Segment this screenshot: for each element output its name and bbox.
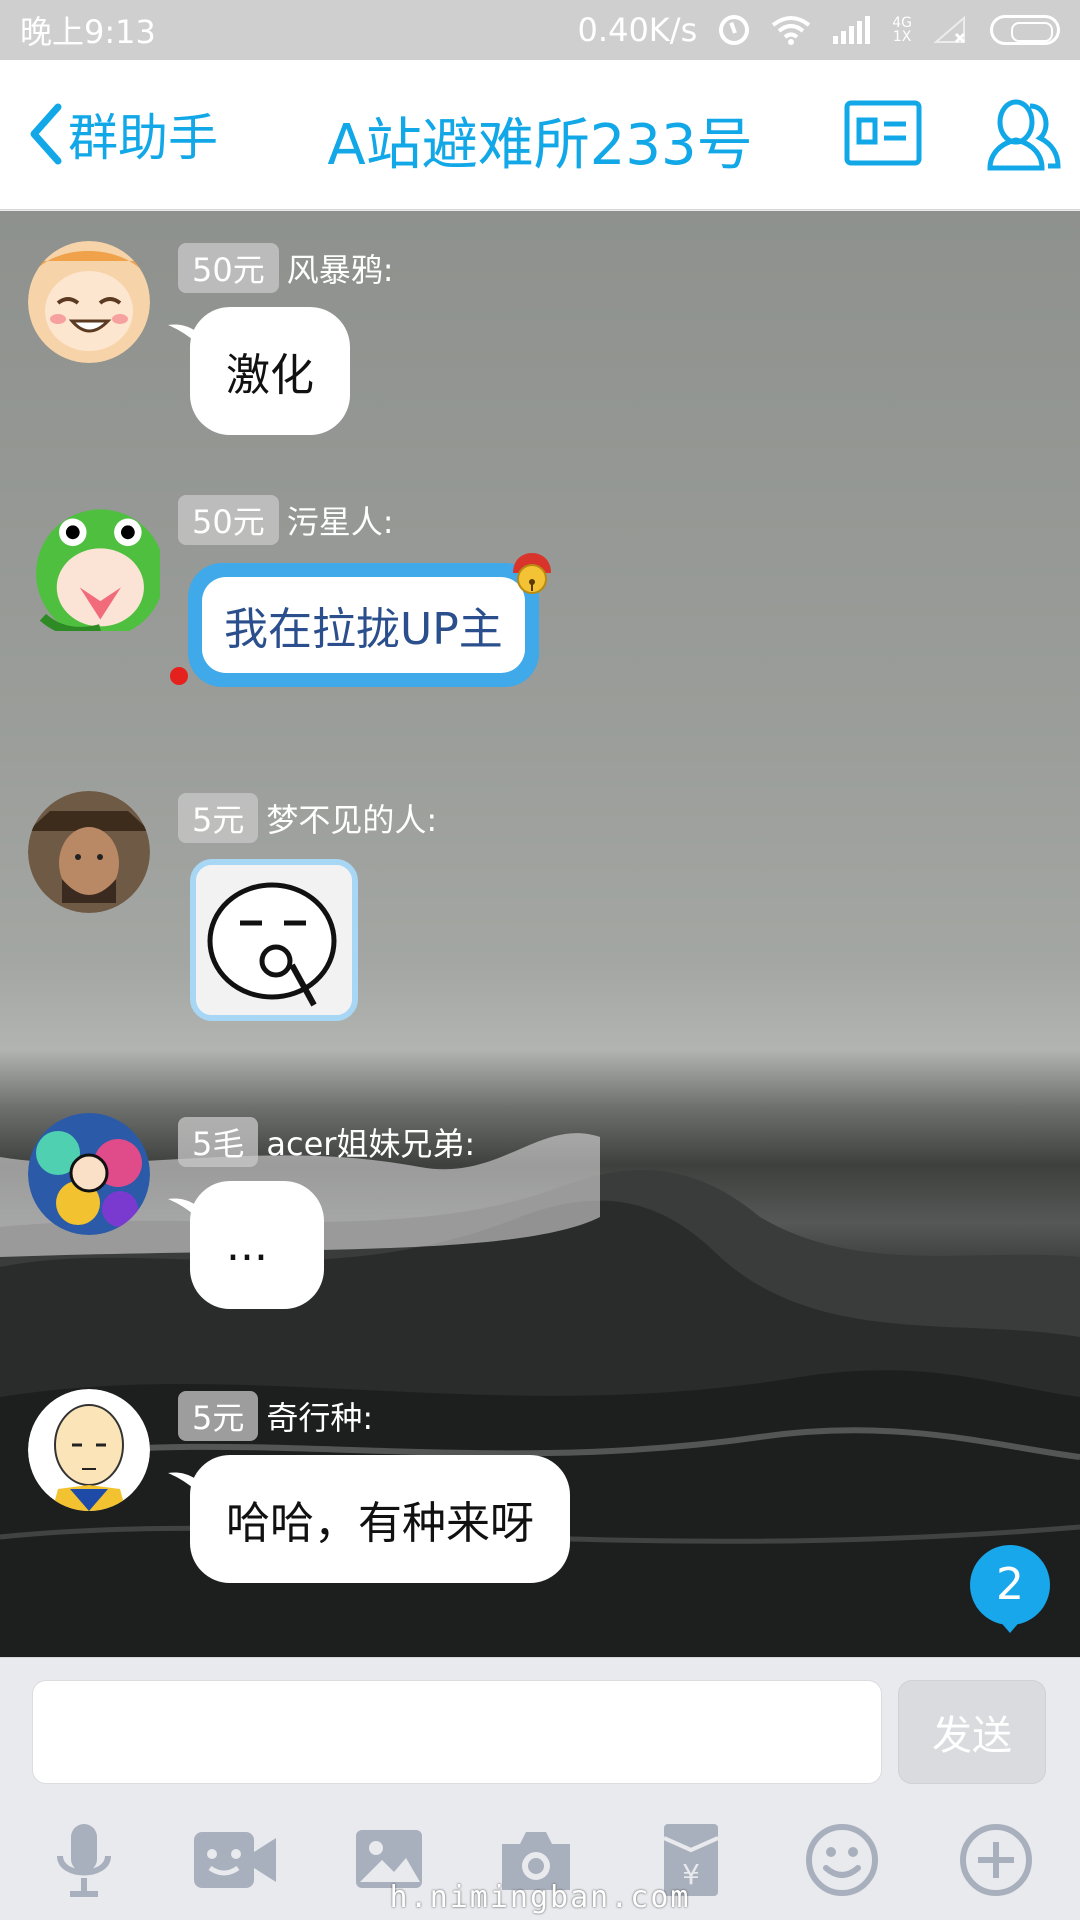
avatar[interactable]	[28, 1389, 150, 1511]
message-item: 5毛 acer姐妹兄弟: ...	[0, 1113, 1080, 1333]
bell-icon	[512, 553, 551, 594]
status-icons: 0.40K/s 4G 1X	[578, 11, 1060, 49]
status-bar: 晚上9:13 0.40K/s 4G 1X	[0, 0, 1080, 60]
sticker-face-icon	[196, 865, 352, 1015]
sender-name[interactable]: 梦不见的人:	[266, 795, 437, 841]
message-meta: 5毛 acer姐妹兄弟:	[178, 1117, 475, 1167]
red-dot-icon	[170, 667, 188, 685]
message-bubble[interactable]: ...	[168, 1181, 324, 1309]
avatar[interactable]	[28, 1113, 150, 1235]
send-button[interactable]: 发送	[898, 1680, 1046, 1784]
message-item: 50元 污星人: 我在拉拢UP主	[0, 491, 1080, 731]
member-badge: 5毛	[178, 1117, 259, 1167]
message-bubble[interactable]: 激化	[168, 307, 350, 435]
status-time: 晚上9:13	[20, 13, 156, 51]
watermark: h.nimingban.com	[389, 1880, 691, 1915]
message-text: ...	[226, 1219, 268, 1271]
sender-name[interactable]: 奇行种:	[266, 1393, 373, 1439]
network-type: 4G 1X	[892, 15, 912, 45]
message-meta: 5元 奇行种:	[178, 1391, 373, 1441]
sender-name[interactable]: 污星人:	[287, 497, 394, 543]
alarm-icon	[719, 15, 750, 45]
signal-off-icon	[934, 16, 966, 44]
network-speed: 0.40K/s	[577, 11, 698, 49]
message-text: 激化	[226, 350, 314, 401]
avatar[interactable]	[28, 241, 150, 363]
wifi-icon	[772, 16, 811, 45]
message-meta: 5元 梦不见的人:	[178, 793, 437, 843]
chat-area[interactable]: 50元 风暴鸦: 激化 50元 污星人: 我在拉拢UP主 5元 梦不见的人: 5…	[0, 211, 1080, 1657]
input-bar: 发送	[0, 1657, 1080, 1784]
bubble-tail	[168, 1198, 208, 1231]
avatar[interactable]	[28, 791, 150, 913]
sender-name[interactable]: 风暴鸦:	[287, 245, 394, 291]
bubble-tail	[168, 1472, 208, 1505]
group-members-icon[interactable]	[978, 94, 1062, 174]
chat-header: 群助手 A站避难所233号	[0, 60, 1080, 210]
message-item: 5元 梦不见的人:	[0, 791, 1080, 1041]
avatar[interactable]	[20, 491, 160, 631]
battery-icon	[990, 15, 1060, 45]
message-item: 50元 风暴鸦: 激化	[0, 241, 1080, 441]
message-input[interactable]	[32, 1680, 882, 1784]
member-badge: 50元	[178, 243, 279, 293]
card-icon[interactable]	[844, 98, 922, 168]
sticker-image[interactable]	[190, 859, 358, 1021]
member-badge: 5元	[178, 1391, 259, 1441]
member-badge: 5元	[178, 793, 259, 843]
member-badge: 50元	[178, 495, 279, 545]
sender-name[interactable]: acer姐妹兄弟:	[266, 1119, 475, 1165]
message-text: 我在拉拢UP主	[202, 577, 525, 673]
message-item: 5元 奇行种: 哈哈，有种来呀	[0, 1389, 1080, 1609]
message-meta: 50元 污星人:	[178, 495, 394, 545]
message-bubble[interactable]: 哈哈，有种来呀	[168, 1455, 570, 1583]
message-meta: 50元 风暴鸦:	[178, 243, 394, 293]
message-text: 哈哈，有种来呀	[226, 1498, 534, 1549]
message-bubble[interactable]: 我在拉拢UP主	[170, 553, 551, 687]
signal-icon	[833, 16, 871, 44]
bubble-tail	[168, 324, 208, 357]
unread-count-badge[interactable]: 2	[970, 1545, 1050, 1633]
